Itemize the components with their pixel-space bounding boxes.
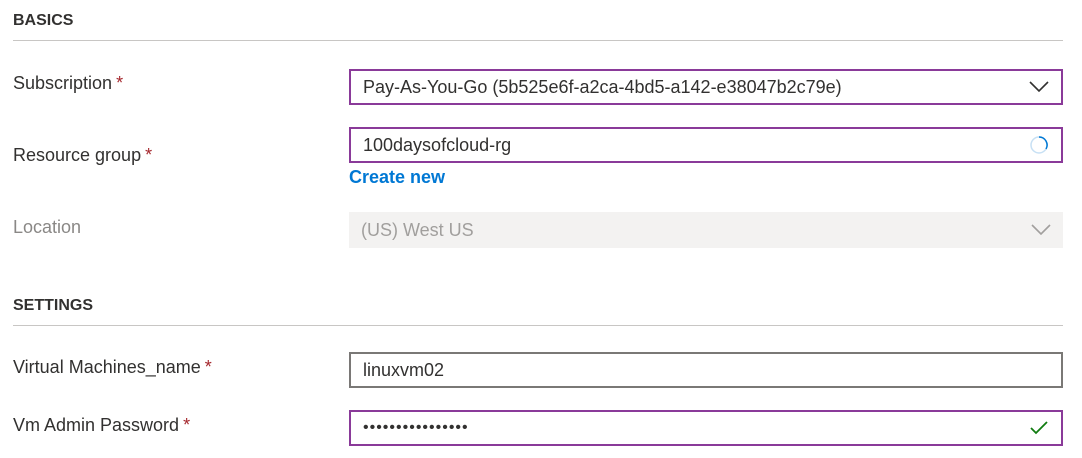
checkmark-icon [1029, 420, 1049, 436]
subscription-label: Subscription * [13, 73, 123, 94]
required-marker: * [116, 73, 124, 93]
vm-name-value: linuxvm02 [363, 359, 445, 380]
resource-group-dropdown[interactable]: 100daysofcloud-rg [349, 127, 1063, 163]
vm-name-label-text: Virtual Machines_name [13, 357, 201, 377]
vm-password-label: Vm Admin Password * [13, 415, 190, 436]
location-label: Location [13, 217, 82, 237]
vm-password-input[interactable]: •••••••••••••••• [349, 410, 1063, 446]
subscription-value: Pay-As-You-Go (5b525e6f-a2ca-4bd5-a142-e… [363, 76, 842, 97]
location-value: (US) West US [361, 219, 474, 240]
basics-section-header: BASICS [13, 12, 1063, 41]
spinner-icon [1029, 135, 1049, 155]
required-marker: * [145, 145, 153, 165]
required-marker: * [183, 415, 191, 435]
required-marker: * [204, 357, 212, 377]
create-new-link[interactable]: Create new [349, 167, 445, 188]
chevron-down-icon [1031, 224, 1051, 236]
vm-name-label: Virtual Machines_name * [13, 357, 212, 378]
subscription-dropdown[interactable]: Pay-As-You-Go (5b525e6f-a2ca-4bd5-a142-e… [349, 69, 1063, 105]
subscription-label-text: Subscription [13, 73, 113, 93]
resource-group-value: 100daysofcloud-rg [363, 134, 512, 155]
location-dropdown: (US) West US [349, 212, 1063, 248]
resource-group-label-text: Resource group [13, 145, 142, 165]
vm-password-value: •••••••••••••••• [363, 419, 469, 436]
vm-name-input[interactable]: linuxvm02 [349, 352, 1063, 388]
vm-password-label-text: Vm Admin Password [13, 415, 180, 435]
settings-section-header: SETTINGS [13, 297, 1063, 326]
resource-group-label: Resource group * [13, 145, 152, 166]
chevron-down-icon[interactable] [1029, 81, 1049, 93]
